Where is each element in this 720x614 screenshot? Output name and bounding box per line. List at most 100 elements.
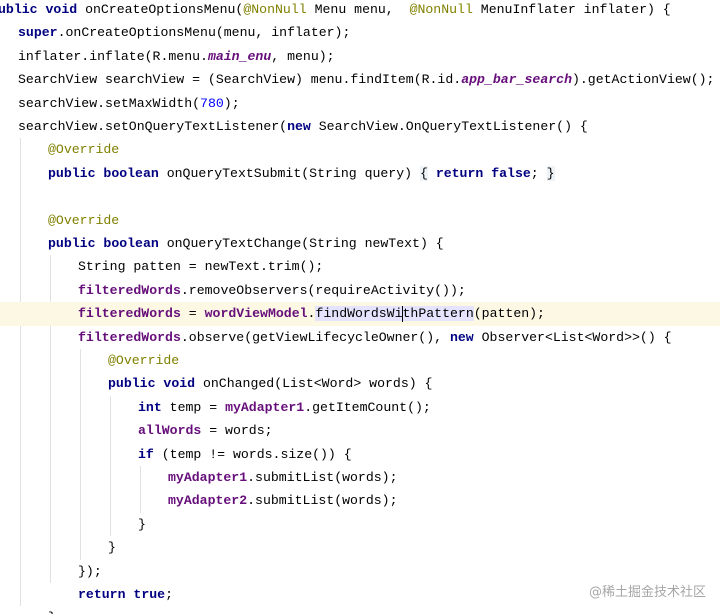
code-line[interactable]: }); [0,560,720,583]
code-text: public boolean onQueryTextChange(String … [48,232,444,255]
code-text: myAdapter2.submitList(words); [168,489,398,512]
code-text: } [48,606,56,614]
code-token: .submitList(words); [247,493,398,509]
code-token: Observer<List<Word>>() { [473,329,672,345]
code-token: filteredWords [78,329,181,345]
code-token: temp = [161,399,226,415]
code-token: ; [165,587,173,602]
code-token: findWordsWi [315,306,403,322]
code-text: filteredWords.removeObservers(requireAct… [78,279,466,302]
code-token: new [287,119,311,134]
code-token: myAdapter1 [225,399,305,415]
code-text: if (temp != words.size()) { [138,443,352,466]
code-token: SearchView.OnQueryTextListener() { [310,119,588,134]
code-line[interactable]: int temp = myAdapter1.getItemCount(); [0,396,720,419]
code-line[interactable]: myAdapter2.submitList(words); [0,489,720,512]
code-token: @Override [48,142,120,158]
code-token: void [163,376,196,392]
code-text: String patten = newText.trim(); [78,255,323,278]
code-token: new [449,329,474,345]
code-text: myAdapter1.submitList(words); [168,466,398,489]
code-token: } [108,540,116,556]
code-line[interactable]: public boolean onQueryTextChange(String … [0,232,720,255]
code-token: @Override [48,212,120,228]
code-line[interactable]: if (temp != words.size()) { [0,443,720,466]
code-token: @NonNull [243,2,307,17]
code-text: SearchView searchView = (SearchView) men… [18,68,714,91]
code-token: } [138,516,146,532]
code-token: app_bar_search [461,72,572,88]
code-line[interactable]: super.onCreateOptionsMenu(menu, inflater… [0,21,720,44]
code-text: @Override [48,209,119,232]
code-line[interactable]: allWords = words; [0,419,720,442]
code-line[interactable]: @Override [0,349,720,372]
code-token: ; [530,165,547,181]
code-line[interactable] [0,185,720,208]
code-line[interactable]: } [0,606,720,614]
code-token: .observe(getViewLifecycleOwner(), [180,329,450,345]
code-token: } [48,610,56,614]
code-token: public [108,376,156,392]
code-text: ublic void onCreateOptionsMenu(@NonNull … [0,0,671,21]
code-token: }); [78,563,102,579]
code-token: return [78,587,126,602]
code-token: filteredWords [78,306,181,322]
code-text: @Override [108,349,179,372]
code-line[interactable]: @Override [0,138,720,161]
code-line[interactable]: filteredWords = wordViewModel.findWordsW… [0,302,720,326]
code-token: ).getActionView(); [571,72,715,88]
code-text: @Override [48,138,119,161]
code-text: allWords = words; [138,419,273,442]
code-token: .submitList(words); [247,470,398,485]
code-token: .removeObservers(requireActivity()); [180,282,466,298]
code-text: public void onChanged(List<Word> words) … [108,372,432,395]
code-token: @Override [108,353,180,368]
code-token: allWords [138,423,202,439]
code-line[interactable]: filteredWords.removeObservers(requireAct… [0,279,720,302]
code-token: public [48,165,96,181]
code-token: super [18,25,58,41]
code-line[interactable]: inflater.inflate(R.menu.main_enu, menu); [0,45,720,68]
code-token: onChanged(List<Word> words) { [195,376,433,392]
code-line[interactable]: searchView.setMaxWidth(780); [0,92,720,115]
code-line[interactable]: @Override [0,209,720,232]
code-token: true [133,587,166,602]
code-line[interactable]: } [0,513,720,536]
code-line[interactable]: public void onChanged(List<Word> words) … [0,372,720,395]
code-token: , menu); [271,48,335,64]
code-token: @NonNull [409,2,473,17]
code-token: onQueryTextChange(String newText) { [158,236,444,251]
code-line[interactable]: SearchView searchView = (SearchView) men… [0,68,720,91]
code-token: searchView.setOnQueryTextListener( [18,119,288,134]
code-line[interactable]: myAdapter1.submitList(words); [0,466,720,489]
code-token: void [45,2,78,17]
code-line[interactable]: ublic void onCreateOptionsMenu(@NonNull … [0,0,720,21]
code-line[interactable]: } [0,536,720,559]
code-token: inflater.inflate(R.menu. [18,48,208,64]
code-token: SearchView searchView = (SearchView) men… [18,72,462,88]
code-line[interactable]: filteredWords.observe(getViewLifecycleOw… [0,326,720,349]
code-token: String patten = newText.trim(); [78,259,324,275]
code-token: = [180,306,205,322]
code-text: }); [78,560,102,583]
code-editor[interactable]: ublic void onCreateOptionsMenu(@NonNull … [0,0,720,614]
code-token: { [419,165,428,181]
code-token: = words; [201,423,273,439]
code-token: .getItemCount(); [304,399,431,415]
code-line[interactable]: public boolean onQueryTextSubmit(String … [0,162,720,185]
code-text: } [138,513,146,536]
code-text: return true; [78,583,173,606]
code-token: onCreateOptionsMenu( [77,2,244,17]
code-line[interactable]: searchView.setOnQueryTextListener(new Se… [0,115,720,138]
code-token: MenuInflater inflater) { [472,2,671,17]
code-token: filteredWords [78,282,181,298]
code-line[interactable]: String patten = newText.trim(); [0,255,720,278]
code-token: .onCreateOptionsMenu(menu, inflater); [57,25,351,41]
code-token: public [48,236,96,251]
code-token: } [546,165,555,181]
code-token: ublic [0,2,38,17]
code-text: } [108,536,116,559]
code-token: (temp != words.size()) { [153,446,352,462]
